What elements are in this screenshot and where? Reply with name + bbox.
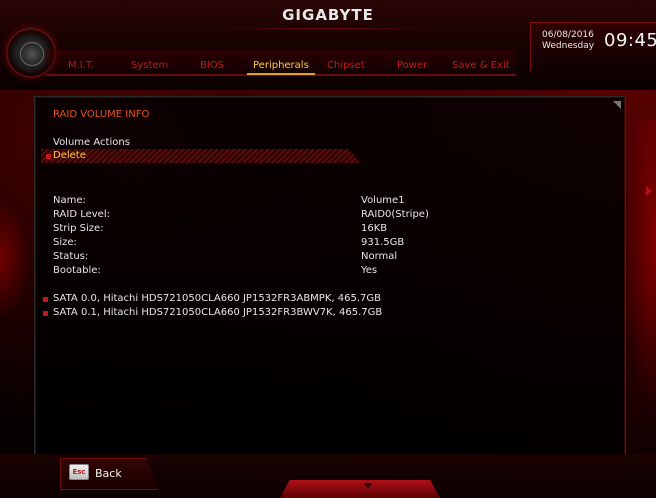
back-button[interactable]: Esc Back bbox=[60, 458, 158, 490]
disk-bullet-icon bbox=[43, 311, 48, 316]
back-label: Back bbox=[95, 467, 122, 480]
delete-volume-item[interactable]: Delete bbox=[41, 149, 361, 163]
raid-level-label: RAID Level: bbox=[53, 209, 110, 220]
tab-bios[interactable]: BIOS bbox=[200, 60, 224, 71]
bottom-accent bbox=[280, 480, 440, 498]
esc-key-icon: Esc bbox=[69, 464, 89, 480]
badge-center bbox=[20, 42, 44, 66]
disk-bullet-icon bbox=[43, 297, 48, 302]
section-title: RAID VOLUME INFO bbox=[53, 109, 150, 120]
tab-power[interactable]: Power bbox=[397, 60, 427, 71]
background-glow-left bbox=[0, 200, 30, 320]
strip-size-value: 16KB bbox=[361, 223, 388, 234]
tab-mit[interactable]: M.I.T. bbox=[68, 60, 94, 71]
bootable-value: Yes bbox=[361, 265, 378, 276]
size-value: 931.5GB bbox=[361, 237, 405, 248]
background-glow-right bbox=[624, 120, 656, 420]
disk-item[interactable]: SATA 0.1, Hitachi HDS721050CLA660 JP1532… bbox=[53, 307, 382, 318]
datetime-display: 06/08/2016 Wednesday 09:45 bbox=[538, 26, 656, 66]
scroll-right-arrow-icon bbox=[646, 186, 652, 196]
delete-label: Delete bbox=[53, 150, 86, 161]
down-arrow-icon bbox=[364, 483, 372, 488]
brand-underline bbox=[215, 28, 440, 29]
raid-volume-panel: RAID VOLUME INFO Volume Actions Delete N… bbox=[34, 96, 626, 456]
day-text: Wednesday bbox=[542, 41, 595, 51]
time-text: 09:45 bbox=[604, 30, 656, 51]
tab-save-exit[interactable]: Save & Exit bbox=[452, 60, 510, 71]
tab-chipset[interactable]: Chipset bbox=[327, 60, 365, 71]
status-value: Normal bbox=[361, 251, 398, 262]
name-label: Name: bbox=[53, 195, 86, 206]
volume-actions-label: Volume Actions bbox=[53, 137, 130, 148]
disk-item[interactable]: SATA 0.0, Hitachi HDS721050CLA660 JP1532… bbox=[53, 293, 381, 304]
date-text: 06/08/2016 bbox=[542, 30, 594, 40]
status-label: Status: bbox=[53, 251, 89, 262]
strip-size-label: Strip Size: bbox=[53, 223, 104, 234]
tab-peripherals[interactable]: Peripherals bbox=[247, 60, 315, 75]
raid-level-value: RAID0(Stripe) bbox=[361, 209, 429, 220]
panel-corner-icon bbox=[613, 101, 621, 109]
tab-system[interactable]: System bbox=[131, 60, 168, 71]
name-value: Volume1 bbox=[361, 195, 405, 206]
size-label: Size: bbox=[53, 237, 77, 248]
selection-bullet-icon bbox=[46, 154, 51, 159]
bios-screen: GIGABYTE M.I.T. System BIOS Peripherals … bbox=[0, 0, 656, 498]
bootable-label: Bootable: bbox=[53, 265, 101, 276]
